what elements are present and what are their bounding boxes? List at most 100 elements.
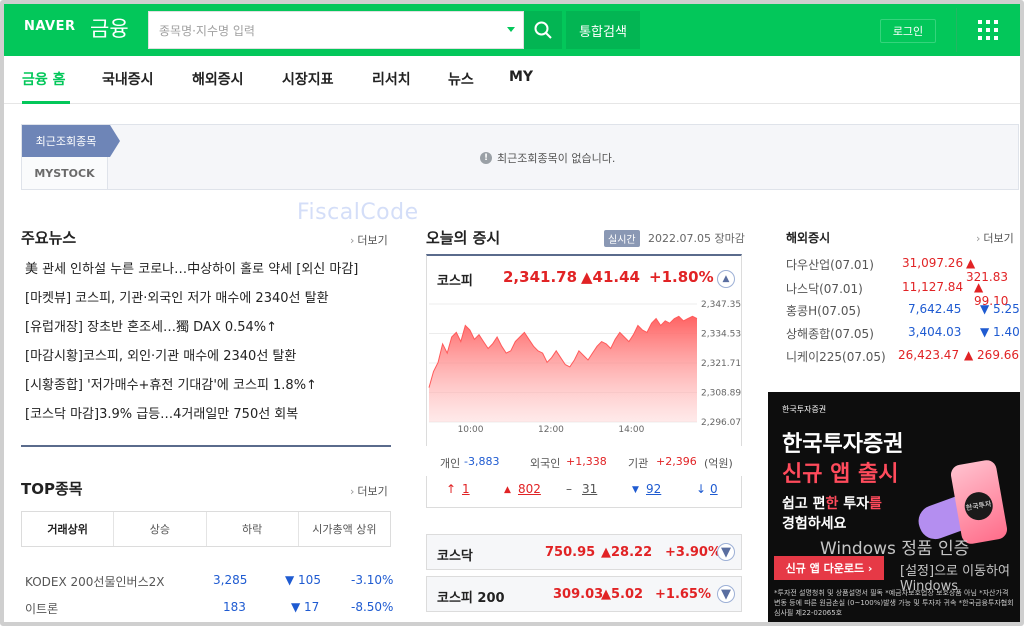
naver-logo[interactable]: NAVER	[24, 19, 76, 34]
overseas-row[interactable]: 니케이225(07.05) 26,423.47 ▲ 269.66	[786, 348, 1020, 370]
overseas-row[interactable]: 다우산업(07.01) 31,097.26 ▲ 321.83	[786, 256, 1020, 284]
nav-overseas[interactable]: 해외증시	[192, 69, 244, 89]
total-search-button[interactable]: 통합검색	[566, 11, 640, 49]
ad-phone-graphic: 한국투자	[949, 458, 1009, 546]
news-item[interactable]: [마감시황]코스피, 외인·기관 매수에 2340선 탈환	[25, 345, 393, 374]
kospi-name[interactable]: 코스피	[437, 270, 473, 289]
dropdown-arrow-icon[interactable]	[507, 27, 515, 32]
tab-falling[interactable]: 하락	[207, 512, 299, 546]
index-name[interactable]: 상해종합(07.05)	[786, 325, 874, 342]
kospi200-name[interactable]: 코스피 200	[437, 587, 505, 606]
kospi200-rate: +1.65%	[655, 587, 711, 602]
upper-limit-icon: ↑	[446, 482, 457, 496]
y-tick-label: 2,308.89	[701, 389, 741, 399]
tab-rising[interactable]: 상승	[114, 512, 207, 546]
x-tick-label: 14:00	[618, 425, 644, 432]
nav-research[interactable]: 리서치	[372, 69, 411, 89]
y-tick-label: 2,321.71	[701, 359, 741, 369]
kospi200-value: 309.03	[553, 587, 604, 602]
info-icon: !	[480, 152, 492, 164]
index-name[interactable]: 니케이225(07.05)	[786, 348, 886, 365]
y-tick-label: 2,347.35	[701, 300, 741, 310]
apps-grid-icon[interactable]	[978, 20, 998, 40]
nav-finance-home[interactable]: 금융 홈	[22, 69, 66, 89]
upper-limit-count[interactable]: 1	[462, 482, 470, 496]
top-stocks-tabs: 거래상위 상승 하락 시가총액 상위	[21, 511, 391, 547]
stock-rate: -3.10%	[351, 573, 394, 587]
kospi-change: ▲41.44	[581, 268, 640, 286]
investor-row: 개인 -3,883 외국인 +1,338 기관 +2,396 (억원)	[426, 446, 742, 476]
kosdaq-change: ▲28.22	[601, 545, 653, 560]
search-input[interactable]	[159, 21, 499, 41]
inst-value: +2,396	[656, 455, 697, 468]
x-tick-label: 12:00	[538, 425, 564, 432]
news-item[interactable]: [시황종합] '저가매수+휴전 기대감'에 코스피 1.8%↑	[25, 374, 393, 403]
main-nav: 금융 홈 국내증시 해외증시 시장지표 리서치 뉴스 MY	[4, 56, 1020, 104]
expand-kospi200-button[interactable]: ▼	[717, 585, 735, 603]
index-value: 31,097.26	[902, 256, 964, 270]
table-row[interactable]: KODEX 200선물인버스2X 3,285 ▼ 105 -3.10%	[25, 573, 393, 597]
news-item[interactable]: [코스닥 마감]3.9% 급등…4거래일만 750선 회복	[25, 403, 393, 432]
lower-limit-count[interactable]: 0	[710, 482, 718, 496]
kosdaq-row[interactable]: 코스닥 750.95 ▲28.22 +3.90% ▼	[426, 534, 742, 570]
kospi-value: 2,341.78	[503, 268, 578, 286]
nav-domestic[interactable]: 국내증시	[102, 69, 154, 89]
collapse-kospi-button[interactable]: ▲	[717, 270, 735, 288]
nav-market-index[interactable]: 시장지표	[282, 69, 334, 89]
stock-price: 183	[223, 600, 246, 614]
market-date: 2022.07.05 장마감	[648, 232, 745, 245]
overseas-row[interactable]: 홍콩H(07.05) 7,642.45 ▼ 5.25	[786, 302, 1020, 324]
ad-logo: 한국투자증권	[782, 405, 827, 414]
nav-news[interactable]: 뉴스	[448, 69, 474, 89]
ad-copy: 쉽고 편한 투자를 경험하세요	[782, 496, 882, 532]
stock-name[interactable]: KODEX 200선물인버스2X	[25, 573, 164, 590]
news-list: 美 관세 인하설 누른 코로나…中상하이 홀로 약세 [외신 마감] [마켓뷰]…	[25, 258, 393, 432]
tab-market-cap[interactable]: 시가총액 상위	[299, 512, 390, 546]
stock-name[interactable]: 이트론	[25, 600, 58, 617]
kospi-area-series	[429, 316, 697, 422]
recent-stocks-tab[interactable]: 최근조회종목	[22, 125, 120, 157]
overseas-more[interactable]: 더보기	[976, 230, 1013, 246]
index-value: 11,127.84	[902, 280, 964, 294]
search-icon	[534, 21, 552, 39]
login-button[interactable]: 로그인	[880, 19, 936, 43]
kosdaq-name[interactable]: 코스닥	[437, 545, 473, 564]
index-name[interactable]: 홍콩H(07.05)	[786, 302, 861, 319]
ad-download-button[interactable]: 신규 앱 다운로드 ›	[774, 556, 884, 580]
overseas-row[interactable]: 나스닥(07.01) 11,127.84 ▲ 99.10	[786, 280, 1020, 308]
index-name[interactable]: 다우산업(07.01)	[786, 256, 874, 273]
individual-label: 개인	[440, 457, 461, 470]
foreign-label: 외국인	[530, 457, 561, 470]
main-news-title: 주요뉴스	[21, 229, 77, 247]
mystock-tab[interactable]: MYSTOCK	[22, 157, 108, 189]
kospi200-row[interactable]: 코스피 200 309.03 ▲5.02 +1.65% ▼	[426, 576, 742, 612]
news-item[interactable]: 美 관세 인하설 누른 코로나…中상하이 홀로 약세 [외신 마감]	[25, 258, 393, 287]
index-name[interactable]: 나스닥(07.01)	[786, 280, 863, 297]
expand-kosdaq-button[interactable]: ▼	[717, 543, 735, 561]
main-news-more[interactable]: 더보기	[350, 232, 387, 248]
overseas-row[interactable]: 상해종합(07.05) 3,404.03 ▼ 1.40	[786, 325, 1020, 347]
top-stocks-more[interactable]: 더보기	[350, 483, 387, 499]
table-row[interactable]: 이트론 183 ▼ 17 -8.50%	[25, 600, 393, 624]
recent-stocks-panel: 최근조회종목 MYSTOCK ! 최근조회종목이 없습니다.	[21, 124, 1019, 190]
search-box[interactable]	[148, 11, 524, 49]
flat-count[interactable]: 31	[582, 482, 597, 496]
x-tick-label: 10:00	[458, 425, 484, 432]
down-count[interactable]: 92	[646, 482, 661, 496]
ad-phone-label: 한국투자	[962, 489, 995, 523]
advance-decline-row: ↑ 1 ▲ 802 – 31 ▼ 92 ↓ 0	[426, 476, 742, 506]
tab-volume-top[interactable]: 거래상위	[22, 512, 115, 546]
top-stocks-title: TOP종목	[21, 480, 83, 498]
finance-logo[interactable]: 금융	[90, 13, 129, 43]
index-value: 7,642.45	[908, 302, 962, 316]
windows-activation-sub: [설정]으로 이동하여 Windows	[900, 564, 1010, 594]
index-change: ▲ 269.66	[964, 348, 1020, 362]
up-icon: ▲	[504, 485, 511, 495]
news-item[interactable]: [유럽개장] 장초반 혼조세…獨 DAX 0.54%↑	[25, 316, 393, 345]
realtime-badge: 실시간	[604, 230, 640, 247]
up-count[interactable]: 802	[518, 482, 541, 496]
nav-my[interactable]: MY	[509, 69, 533, 85]
news-item[interactable]: [마켓뷰] 코스피, 기관·외국인 저가 매수에 2340선 탈환	[25, 287, 393, 316]
unit-label: (억원)	[704, 457, 733, 470]
search-button[interactable]	[524, 11, 562, 49]
